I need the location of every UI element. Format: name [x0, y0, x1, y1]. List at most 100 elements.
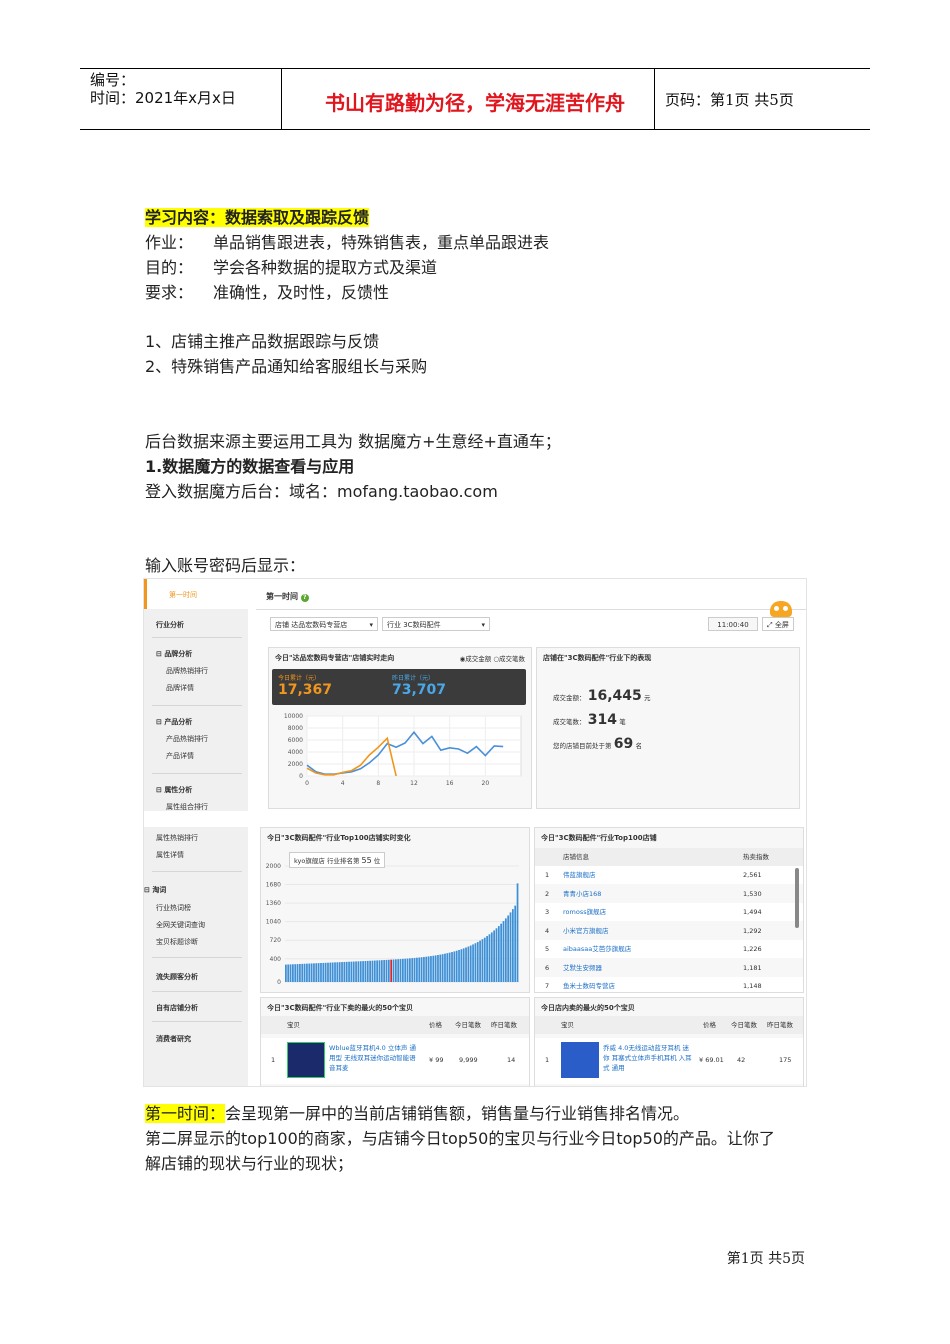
bar: [348, 961, 350, 982]
bar: [294, 964, 297, 982]
sidebar-item[interactable]: 行业分析: [156, 620, 184, 630]
bar: [430, 956, 432, 982]
bar: [439, 954, 442, 982]
sidebar-divider: [152, 705, 242, 706]
bar: [322, 962, 325, 982]
bar: [343, 961, 346, 982]
x-tick-label: 0: [305, 780, 309, 787]
radio-count[interactable]: ○成交笔数: [493, 655, 525, 663]
performance-title: 店铺在"3C数码配件"行业下的表现: [543, 654, 652, 662]
bar: [514, 905, 517, 982]
table-row[interactable]: 1 伟蓝旗舰店 2,561: [535, 866, 803, 884]
y-tick-label: 720: [270, 937, 282, 944]
bar: [329, 962, 332, 982]
table-row[interactable]: 6 艾默生安频器 1,181: [535, 958, 803, 977]
industry-select[interactable]: 行业 3C数码配件 ▾: [382, 617, 490, 631]
scrollbar[interactable]: [795, 868, 799, 928]
bar: [500, 923, 503, 982]
amount-value: 16,445: [587, 688, 642, 704]
sidebar-item[interactable]: 行业热词榜: [156, 903, 191, 913]
help-icon[interactable]: ?: [300, 594, 309, 602]
bar: [390, 959, 393, 982]
fullscreen-icon: ⤢: [767, 621, 773, 629]
today-label: 今日累计（元）: [278, 675, 321, 682]
table-row[interactable]: 5 aibaasaa艾芭莎旗舰店 1,226: [535, 940, 803, 958]
sidebar-divider: [152, 957, 242, 958]
performance-panel: 店铺在"3C数码配件"行业下的表现 成交金额： 16,445 元 成交笔数： 3…: [536, 647, 800, 809]
radio-amount[interactable]: ◉成交金额: [460, 655, 492, 663]
sidebar-item[interactable]: 流失顾客分析: [156, 972, 198, 982]
y-tick-label: 8000: [288, 725, 303, 732]
product-link[interactable]: 乔威 4.0无线运动蓝牙耳机 迷你 耳塞式立体声手机耳机 入耳式 通用: [603, 1043, 693, 1073]
sidebar-item[interactable]: 产品热销排行: [166, 734, 208, 744]
divider: [256, 609, 806, 610]
sidebar-item[interactable]: ⊟ 品牌分析: [156, 649, 192, 659]
fullscreen-button[interactable]: ⤢ 全屏: [762, 617, 794, 631]
sidebar-item[interactable]: ⊟ 产品分析: [156, 717, 192, 727]
product-link[interactable]: Wblue蓝牙耳机4.0 立体声 通用型 无线双耳迷你运动智能语音耳麦: [329, 1043, 419, 1073]
table-row[interactable]: 3 romoss旗舰店 1,494: [535, 903, 803, 921]
sidebar-item[interactable]: 自有店铺分析: [156, 1003, 198, 1013]
bar: [296, 964, 299, 982]
bar: [488, 934, 491, 982]
x-tick-label: 8: [376, 780, 380, 787]
y-tick-label: 10000: [284, 713, 303, 720]
bar: [418, 957, 421, 982]
sidebar-item[interactable]: 属性详情: [156, 850, 184, 860]
bar: [504, 918, 507, 982]
shop-link[interactable]: romoss旗舰店: [563, 903, 606, 921]
sidebar-item[interactable]: ⊟ 淘词: [144, 885, 166, 895]
sidebar-item[interactable]: 产品详情: [166, 751, 194, 761]
bar: [409, 958, 411, 982]
intro-row: 要求： 准确性，及时性，反馈性: [145, 283, 390, 302]
sidebar-item[interactable]: 消费者研究: [156, 1034, 191, 1044]
shop-link[interactable]: 伟蓝旗舰店: [563, 866, 596, 884]
sidebar-bottom: 属性热销排行 属性详情 ⊟ 淘词 行业热词榜 全网关键词查询 宝贝标题诊断 流失…: [144, 827, 248, 1086]
bar: [350, 961, 353, 982]
x-tick-label: 16: [446, 780, 454, 787]
shop-top50-title: 今日店内卖的最火的50个宝贝: [541, 1004, 635, 1012]
sidebar-item[interactable]: 全网关键词查询: [156, 920, 205, 930]
shop-link[interactable]: 艾默生安频器: [563, 959, 602, 977]
bar: [392, 959, 395, 982]
x-tick-label: 20: [482, 780, 490, 787]
shop-link[interactable]: aibaasaa艾芭莎旗舰店: [563, 940, 631, 958]
tools-text: 后台数据来源主要运用工具为 数据魔方+生意经+直通车；: [145, 432, 561, 451]
product-thumbnail[interactable]: [561, 1042, 599, 1078]
bar: [465, 947, 467, 982]
sidebar-item[interactable]: ⊟ 属性分析: [156, 785, 192, 795]
sidebar-item[interactable]: 属性热销排行: [156, 833, 198, 843]
shop-link[interactable]: 小米官方旗舰店: [563, 922, 609, 940]
table-row[interactable]: 4 小米官方旗舰店 1,292: [535, 921, 803, 940]
sidebar-item[interactable]: 宝贝标题诊断: [156, 937, 198, 947]
bar: [331, 962, 334, 982]
top100-header: 店铺信息 热卖指数: [535, 848, 803, 866]
sidebar-item[interactable]: 品牌详情: [166, 683, 194, 693]
bar: [357, 961, 360, 982]
y-tick-label: 0: [299, 773, 303, 780]
chevron-down-icon: ▾: [369, 621, 373, 629]
bar: [476, 941, 479, 982]
bar: [373, 960, 376, 982]
sidebar-item[interactable]: 品牌热销排行: [166, 666, 208, 676]
product-thumbnail[interactable]: [287, 1042, 325, 1078]
page-title: 第一时间 ?: [266, 591, 309, 602]
bar: [490, 932, 493, 982]
sidebar-item[interactable]: 属性组合排行: [166, 802, 208, 812]
bar: [385, 959, 388, 982]
page-header: 编号： 时间：2021年x月x日 书山有路勤为径，学海无涯苦作舟 页码：第1页 …: [80, 68, 870, 130]
bar: [336, 962, 339, 982]
shop-link[interactable]: 鱼米士数码专营店: [563, 977, 615, 992]
trend-title: 今日"达品宏数码专营店"店铺实时走向: [275, 654, 395, 662]
bar: [451, 952, 453, 982]
bar: [397, 959, 400, 982]
table-row[interactable]: 1 Wblue蓝牙耳机4.0 立体声 通用型 无线双耳迷你运动智能语音耳麦 ¥ …: [261, 1038, 529, 1084]
bar: [310, 963, 313, 982]
table-row[interactable]: 2 青青小店168 1,530: [535, 884, 803, 903]
bar: [472, 944, 474, 982]
shop-link[interactable]: 青青小店168: [563, 885, 601, 903]
table-row[interactable]: 1 乔威 4.0无线运动蓝牙耳机 迷你 耳塞式立体声手机耳机 入耳式 通用 ¥ …: [535, 1038, 803, 1084]
table-row[interactable]: 7 鱼米士数码专营店 1,148: [535, 977, 803, 992]
shop-select[interactable]: 店铺 达品宏数码专营店 ▾: [270, 617, 378, 631]
bar: [345, 961, 348, 982]
